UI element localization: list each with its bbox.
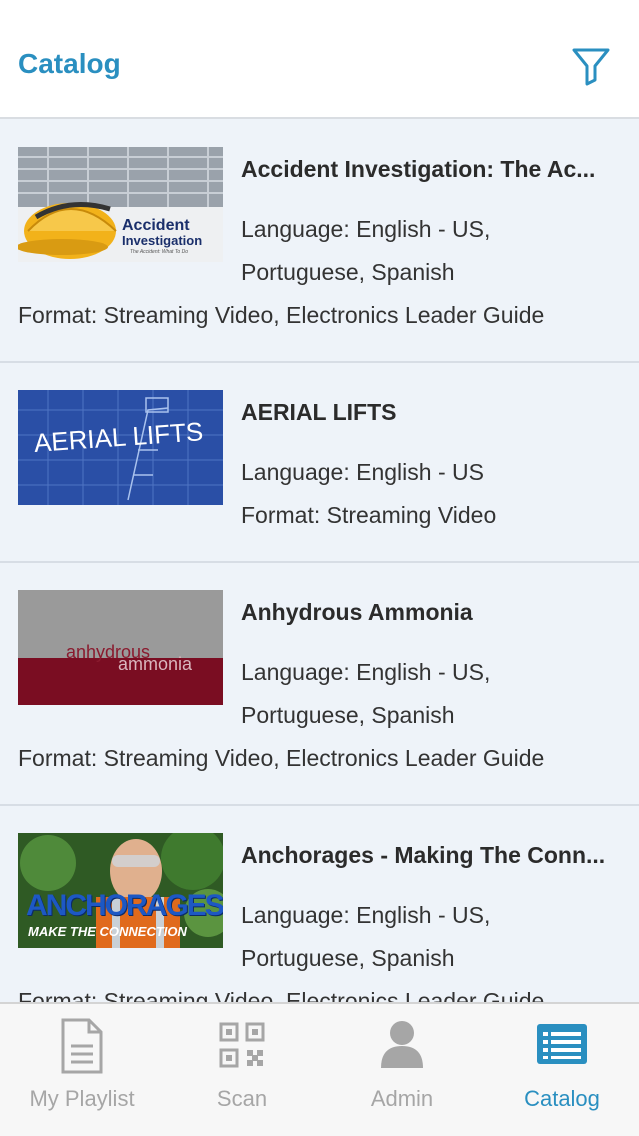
item-format: Format: Streaming Video, Electronics Lea… [18,988,545,1002]
item-title: AERIAL LIFTS [241,399,397,425]
tab-bar: My Playlist Scan Admin Catalog [0,1002,639,1136]
thumbnail-title-line2: Investigation [122,233,203,248]
item-title: Anhydrous Ammonia [241,599,473,625]
thumbnail-anchorages: ANCHORAGES MAKE THE CONNECTION [18,833,223,948]
catalog-item-aerial-lifts[interactable]: AERIAL LIFTS AERIAL LIFTS Language: Engl… [0,363,639,563]
tab-my-playlist[interactable]: My Playlist [2,1004,162,1136]
document-icon [61,1018,103,1074]
item-format: Format: Streaming Video, Electronics Lea… [18,745,545,771]
item-language-cont: Portuguese, Spanish [241,702,455,728]
tab-scan[interactable]: Scan [162,1004,322,1136]
item-language-cont: Portuguese, Spanish [241,259,455,285]
thumbnail-tagline: The Accident: What To Do [130,249,188,255]
qr-code-icon [219,1022,265,1068]
thumbnail-aerial-lifts: AERIAL LIFTS [18,390,223,505]
app-header: Catalog [0,0,639,119]
item-title: Accident Investigation: The Ac... [241,156,596,182]
tab-label: Catalog [524,1086,600,1111]
tab-admin[interactable]: Admin [322,1004,482,1136]
filter-button[interactable] [568,42,614,88]
filter-icon [572,48,610,86]
tab-label: Admin [370,1086,434,1111]
catalog-list[interactable]: Accident Investigation The Accident: Wha… [0,119,639,1002]
item-title: Anchorages - Making The Conn... [241,842,606,868]
thumbnail-title-line1: ANCHORAGES [26,889,223,922]
thumbnail-title-line2: ammonia [118,654,193,674]
item-format: Format: Streaming Video, Electronics Lea… [18,302,545,328]
tab-label: Scan [216,1086,268,1111]
tab-catalog[interactable]: Catalog [482,1004,639,1136]
item-language: Language: English - US, [241,216,491,242]
catalog-item-accident-investigation[interactable]: Accident Investigation The Accident: Wha… [0,119,639,363]
item-format: Format: Streaming Video [241,502,497,528]
list-icon [537,1024,587,1064]
thumbnail-anhydrous-ammonia: anhydrous ammonia [18,590,223,705]
item-language: Language: English - US, [241,902,491,928]
item-language: Language: English - US, [241,659,491,685]
catalog-item-anchorages[interactable]: ANCHORAGES MAKE THE CONNECTION Anchorage… [0,806,639,1002]
user-icon [381,1021,423,1068]
thumbnail-accident-investigation: Accident Investigation The Accident: Wha… [18,147,223,262]
catalog-item-anhydrous-ammonia[interactable]: anhydrous ammonia Anhydrous Ammonia Lang… [0,563,639,806]
tab-label: My Playlist [29,1086,135,1111]
item-language-cont: Portuguese, Spanish [241,945,455,971]
item-language: Language: English - US [241,459,484,485]
thumbnail-title-line2: MAKE THE CONNECTION [28,924,187,939]
page-title: Catalog [18,48,121,79]
